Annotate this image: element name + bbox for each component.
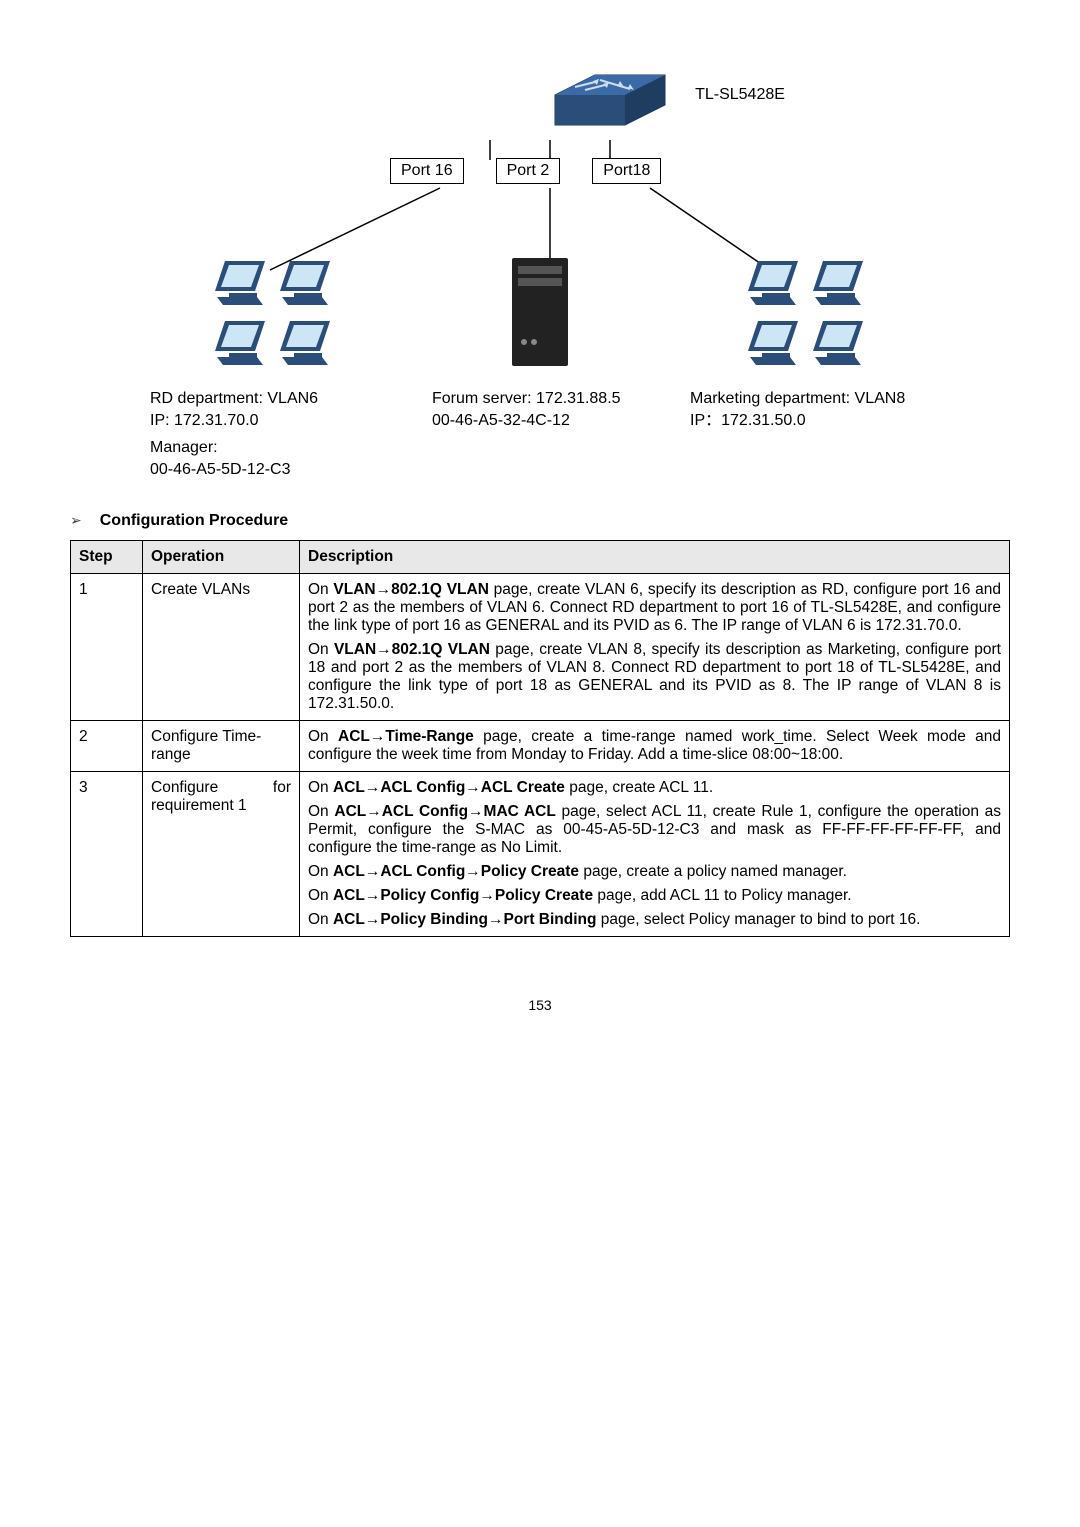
procedure-table: Step Operation Description 1 Create VLAN…	[70, 540, 1010, 937]
desc-text: On	[308, 803, 334, 820]
pc-icon	[276, 257, 334, 307]
table-row: 2 Configure Time-range On ACL→Time-Range…	[71, 720, 1010, 771]
forum-label-1: Forum server: 172.31.88.5	[432, 388, 672, 410]
mkt-label-2: IP：172.31.50.0	[690, 410, 930, 432]
step-cell: 2	[71, 720, 143, 771]
description-cell: On ACL→Time-Range page, create a time-ra…	[300, 720, 1010, 771]
desc-text: On	[308, 911, 333, 928]
pc-icon	[211, 317, 269, 367]
description-cell: On ACL→ACL Config→ACL Create page, creat…	[300, 771, 1010, 936]
switch-label: TL-SL5428E	[695, 86, 785, 104]
table-row: 1 Create VLANs On VLAN→802.1Q VLAN page,…	[71, 573, 1010, 720]
pc-icon	[809, 317, 867, 367]
pc-icon	[809, 257, 867, 307]
operation-cell: Configure Time-range	[143, 720, 300, 771]
desc-bold: ACL→ACL Config→MAC ACL	[334, 803, 555, 820]
pc-icon	[744, 317, 802, 367]
rd-label-2: IP: 172.31.70.0	[150, 410, 414, 432]
bullet-arrow-icon: ➢	[70, 512, 82, 529]
rd-label-1: RD department: VLAN6	[150, 388, 414, 410]
operation-cell: Create VLANs	[143, 573, 300, 720]
network-diagram: TL-SL5428E Port 16 Port 2 Port18	[150, 60, 930, 482]
desc-bold: ACL→Policy Config→Policy Create	[333, 887, 593, 904]
desc-bold: ACL→ACL Config→Policy Create	[333, 863, 579, 880]
table-row: 3 Configure for requirement 1 On ACL→ACL…	[71, 771, 1010, 936]
procedure-title: Configuration Procedure	[100, 512, 288, 530]
forum-label-2: 00-46-A5-32-4C-12	[432, 410, 672, 432]
configuration-procedure-heading: ➢ Configuration Procedure	[70, 512, 1010, 530]
server-icon	[500, 252, 580, 372]
desc-text: On	[308, 581, 333, 598]
desc-text: On	[308, 641, 334, 658]
desc-text: On	[308, 779, 333, 796]
marketing-entity	[683, 257, 930, 380]
pc-icon	[276, 317, 334, 367]
port16-label: Port 16	[390, 158, 464, 184]
desc-bold: ACL→ACL Config→ACL Create	[333, 779, 565, 796]
desc-text: On	[308, 887, 333, 904]
manager-label-1: Manager:	[150, 437, 414, 459]
operation-cell: Configure for requirement 1	[143, 771, 300, 936]
desc-text: On	[308, 863, 333, 880]
desc-bold: ACL→Time-Range	[338, 728, 474, 745]
desc-bold: VLAN→802.1Q VLAN	[334, 641, 490, 658]
switch-block: TL-SL5428E	[400, 60, 930, 130]
page-number: 153	[70, 997, 1010, 1013]
desc-text: page, add ACL 11 to Policy manager.	[593, 887, 852, 904]
description-cell: On VLAN→802.1Q VLAN page, create VLAN 6,…	[300, 573, 1010, 720]
entity-labels: RD department: VLAN6 IP: 172.31.70.0 Man…	[150, 388, 930, 482]
mkt-label-1: Marketing department: VLAN8	[690, 388, 930, 410]
th-description: Description	[300, 540, 1010, 573]
th-operation: Operation	[143, 540, 300, 573]
desc-bold: ACL→Policy Binding→Port Binding	[333, 911, 597, 928]
manager-label-2: 00-46-A5-5D-12-C3	[150, 459, 414, 481]
pc-icon	[211, 257, 269, 307]
port18-label: Port18	[592, 158, 661, 184]
pc-icon	[744, 257, 802, 307]
desc-text: On	[308, 728, 338, 745]
rd-entity	[150, 257, 397, 380]
desc-text: page, create a policy named manager.	[579, 863, 847, 880]
operation-text: Configure for requirement 1	[151, 779, 291, 814]
server-entity	[417, 252, 664, 380]
port2-label: Port 2	[496, 158, 561, 184]
step-cell: 1	[71, 573, 143, 720]
switch-icon	[545, 60, 675, 130]
th-step: Step	[71, 540, 143, 573]
desc-text: page, create ACL 11.	[565, 779, 713, 796]
desc-text: page, select Policy manager to bind to p…	[596, 911, 920, 928]
step-cell: 3	[71, 771, 143, 936]
desc-bold: VLAN→802.1Q VLAN	[333, 581, 488, 598]
